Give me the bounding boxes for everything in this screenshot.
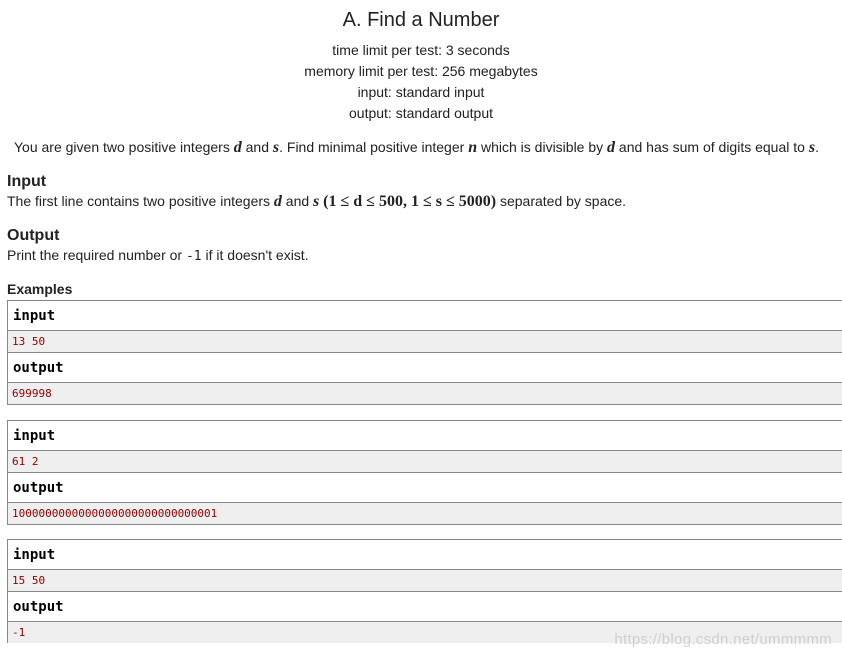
var-d: d	[607, 139, 616, 156]
example-input-label: input	[8, 300, 842, 330]
input-section-title: Input	[7, 173, 47, 190]
example-1: input 13 50 output 699998	[7, 300, 842, 405]
statement-text: and has sum of digits equal to	[615, 139, 809, 155]
input-constraint: (1 ≤ d ≤ 500, 1 ≤ s ≤ 5000)	[323, 193, 497, 210]
statement-text: and	[241, 139, 273, 155]
example-2: input 61 2 output 1000000000000000000000…	[7, 420, 842, 525]
input-section: Input The first line contains two positi…	[7, 172, 842, 211]
output-section: Output Print the required number or -1 i…	[7, 226, 842, 266]
example-output-data[interactable]: 699998	[8, 382, 842, 404]
output-code: -1	[185, 249, 202, 264]
example-output-data[interactable]: 1000000000000000000000000000001	[8, 502, 842, 524]
statement-text: You are given two positive integers	[14, 139, 234, 155]
example-3: input 15 50 output -1	[7, 539, 842, 643]
time-limit: time limit per test: 3 seconds	[332, 42, 510, 58]
output-section-text: Print the required number or -1 if it do…	[7, 246, 842, 266]
output-section-title: Output	[7, 227, 60, 244]
example-input-data[interactable]: 13 50	[8, 330, 842, 352]
problem-statement: You are given two positive integers d an…	[14, 137, 842, 158]
statement-text: which is divisible by	[477, 139, 608, 155]
input-text: The first line contains two positive int…	[7, 193, 274, 209]
examples-title: Examples	[7, 281, 73, 297]
problem-title: A. Find a Number	[342, 9, 500, 31]
example-input-data[interactable]: 61 2	[8, 450, 842, 472]
example-divider	[8, 404, 842, 405]
example-output-label: output	[8, 472, 842, 502]
example-input-label: input	[8, 420, 842, 450]
output-text: Print the required number or	[7, 247, 186, 263]
output-text: if it doesn't exist.	[201, 247, 309, 263]
input-text: separated by space.	[496, 193, 627, 209]
output-file: output: standard output	[349, 105, 493, 121]
input-section-text: The first line contains two positive int…	[7, 192, 842, 211]
statement-text: .	[815, 139, 819, 155]
input-text: and	[281, 193, 314, 209]
input-file: input: standard input	[357, 84, 485, 100]
example-input-label: input	[8, 539, 842, 569]
var-d: d	[273, 193, 282, 210]
example-output-label: output	[8, 591, 842, 621]
problem-header: A. Find a Number time limit per test: 3 …	[0, 0, 842, 124]
watermark-text: https://blog.csdn.net/ummmmm	[614, 631, 832, 648]
example-output-label: output	[8, 352, 842, 382]
var-d: d	[233, 139, 242, 156]
var-s: s	[313, 193, 320, 210]
memory-limit: memory limit per test: 256 megabytes	[304, 63, 538, 79]
example-input-data[interactable]: 15 50	[8, 569, 842, 591]
statement-text: . Find minimal positive integer	[279, 139, 469, 155]
var-n: n	[468, 139, 478, 156]
